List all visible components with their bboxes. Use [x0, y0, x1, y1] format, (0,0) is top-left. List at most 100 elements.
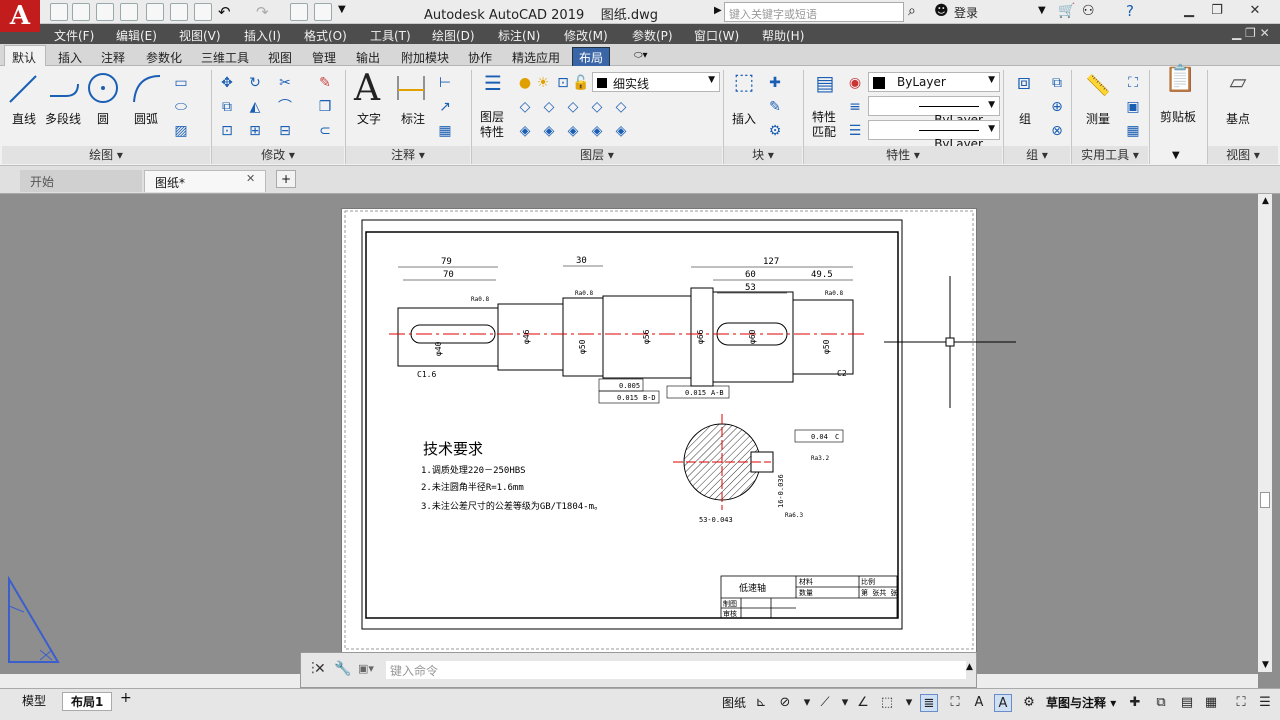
tab-manage[interactable]: 管理	[312, 49, 336, 66]
layer-select[interactable]: 细实线 ▼	[592, 72, 720, 92]
plot-icon[interactable]	[194, 3, 212, 21]
ribbon-toggle-icon[interactable]: ⬭▾	[634, 50, 648, 61]
circle-icon[interactable]	[87, 72, 119, 104]
save-as-icon[interactable]	[120, 3, 138, 21]
polyline-button-label[interactable]: 多段线	[42, 110, 84, 127]
auto-scale-icon[interactable]: A	[994, 694, 1012, 712]
plus-icon[interactable]: ✚	[1126, 694, 1144, 712]
dimension-icon[interactable]	[394, 72, 428, 104]
insert-block-icon[interactable]: ⬚	[730, 72, 758, 102]
layer-tool-10-icon[interactable]: ◈	[612, 122, 630, 140]
new-file-icon[interactable]	[50, 3, 68, 21]
linetype-select[interactable]: ByLayer▼	[868, 96, 1000, 127]
login-link[interactable]: 登录	[954, 4, 978, 21]
workspace-select[interactable]: 草图与注释 ▾	[1046, 694, 1116, 711]
command-prompt-icon[interactable]: ▣▾	[358, 662, 374, 675]
menu-file[interactable]: 文件(F)	[54, 27, 94, 44]
open-file-icon[interactable]	[72, 3, 90, 21]
menu-dimension[interactable]: 标注(N)	[498, 27, 540, 44]
tab-parametric[interactable]: 参数化	[146, 49, 182, 66]
linetype-icon[interactable]: ☰	[846, 122, 864, 140]
tab-close-icon[interactable]: ✕	[246, 172, 255, 185]
circle-button-label[interactable]: 圆	[90, 110, 116, 127]
annotation-visibility-icon[interactable]: A	[970, 694, 988, 712]
insert-button-label[interactable]: 插入	[728, 110, 760, 127]
menu-insert[interactable]: 插入(I)	[244, 27, 281, 44]
base-button-label[interactable]: 基点	[1222, 110, 1254, 127]
group-icon[interactable]: ⧈	[1010, 72, 1038, 102]
modify-panel-title[interactable]: 修改 ▾	[212, 146, 344, 164]
group-select-icon[interactable]: ⊗	[1048, 122, 1066, 140]
tab-collaborate[interactable]: 协作	[468, 49, 492, 66]
save-web-icon[interactable]	[170, 3, 188, 21]
dimension-button-label[interactable]: 标注	[398, 110, 428, 127]
vertical-scrollbar[interactable]	[1258, 194, 1272, 672]
layer-properties-label[interactable]: 图层 特性	[476, 110, 508, 140]
menu-modify[interactable]: 修改(M)	[564, 27, 608, 44]
snap-icon[interactable]: ⊘	[776, 694, 794, 712]
search-expand-icon[interactable]: ▶	[714, 5, 722, 16]
leader-icon[interactable]: ↗	[436, 98, 454, 116]
offset-icon[interactable]: ⊂	[316, 122, 334, 140]
tab-view[interactable]: 视图	[268, 49, 292, 66]
view-panel-title[interactable]: 视图 ▾	[1208, 146, 1278, 164]
app-menu-button[interactable]: A	[0, 0, 40, 32]
isodraft-icon[interactable]: ∠	[854, 694, 872, 712]
tab-layout1[interactable]: 布局1	[62, 692, 113, 711]
layer-tool-4-icon[interactable]: ◇	[588, 98, 606, 116]
layers-panel-title[interactable]: 图层 ▾	[472, 146, 722, 164]
create-block-icon[interactable]: ✚	[766, 74, 784, 92]
explode-icon[interactable]: ❒	[316, 98, 334, 116]
lineweight-select[interactable]: ByLayer ▼	[868, 120, 1000, 151]
menu-format[interactable]: 格式(O)	[304, 27, 347, 44]
text-button-label[interactable]: 文字	[354, 110, 384, 127]
line-button-label[interactable]: 直线	[4, 110, 44, 127]
line-icon[interactable]	[8, 72, 40, 106]
rotate-icon[interactable]: ↻	[246, 74, 264, 92]
units-icon[interactable]: ⧉	[1152, 694, 1170, 712]
vertical-scroll-thumb[interactable]	[1260, 492, 1270, 508]
tab-3d-tools[interactable]: 三维工具	[201, 49, 249, 66]
menu-window[interactable]: 窗口(W)	[694, 27, 739, 44]
block-attribute-icon[interactable]: ⚙	[766, 122, 784, 140]
restore-button[interactable]: ❐	[1204, 1, 1230, 21]
lineweight-toggle-icon[interactable]: ≣	[920, 694, 938, 712]
menu-edit[interactable]: 编辑(E)	[116, 27, 157, 44]
arc-button-label[interactable]: 圆弧	[130, 110, 162, 127]
open-web-icon[interactable]	[146, 3, 164, 21]
properties-panel-title[interactable]: 特性 ▾	[804, 146, 1002, 164]
layer-tool-6-icon[interactable]: ◈	[516, 122, 534, 140]
menu-view[interactable]: 视图(V)	[179, 27, 221, 44]
command-history-icon[interactable]: ▲	[966, 662, 973, 672]
block-panel-title[interactable]: 块 ▾	[724, 146, 802, 164]
scale-icon[interactable]: ⊞	[246, 122, 264, 140]
match-properties-icon[interactable]	[290, 3, 308, 21]
customize-toolbar-icon[interactable]: ▼	[338, 4, 346, 15]
save-icon[interactable]	[96, 3, 114, 21]
tab-home[interactable]: 默认	[12, 49, 36, 66]
layer-tool-1-icon[interactable]: ◇	[516, 98, 534, 116]
menu-draw[interactable]: 绘图(D)	[432, 27, 475, 44]
object-snap-icon[interactable]: ⬚	[878, 694, 896, 712]
layer-tool-8-icon[interactable]: ◈	[564, 122, 582, 140]
tab-insert[interactable]: 插入	[58, 49, 82, 66]
layer-tool-3-icon[interactable]: ◇	[564, 98, 582, 116]
menu-parametric[interactable]: 参数(P)	[632, 27, 673, 44]
login-dropdown-icon[interactable]: ▼	[1038, 5, 1046, 16]
text-icon[interactable]: A	[354, 68, 380, 109]
layer-on-icon[interactable]: ●	[516, 74, 534, 92]
command-close-icon[interactable]: ✕	[314, 661, 326, 677]
layer-tool-7-icon[interactable]: ◈	[540, 122, 558, 140]
mirror-icon[interactable]: ◭	[246, 98, 264, 116]
rectangle-icon[interactable]: ▭	[172, 74, 190, 92]
clipboard-button-label[interactable]: 剪贴板	[1156, 108, 1200, 125]
snap-mode-dropdown-icon[interactable]: ▾	[900, 694, 918, 712]
layer-viewport-icon[interactable]: ⊡	[554, 74, 572, 92]
hatch-icon[interactable]: ▨	[172, 122, 190, 140]
grid-icon[interactable]: ⊾	[752, 694, 770, 712]
customize-status-icon[interactable]: ☰	[1256, 694, 1274, 712]
color-wheel-icon[interactable]: ◉	[846, 74, 864, 92]
polar-dropdown-icon[interactable]: ▾	[836, 694, 854, 712]
scroll-up-icon[interactable]: ▲	[1262, 196, 1269, 206]
lineweight-icon[interactable]: ≡	[846, 98, 864, 116]
